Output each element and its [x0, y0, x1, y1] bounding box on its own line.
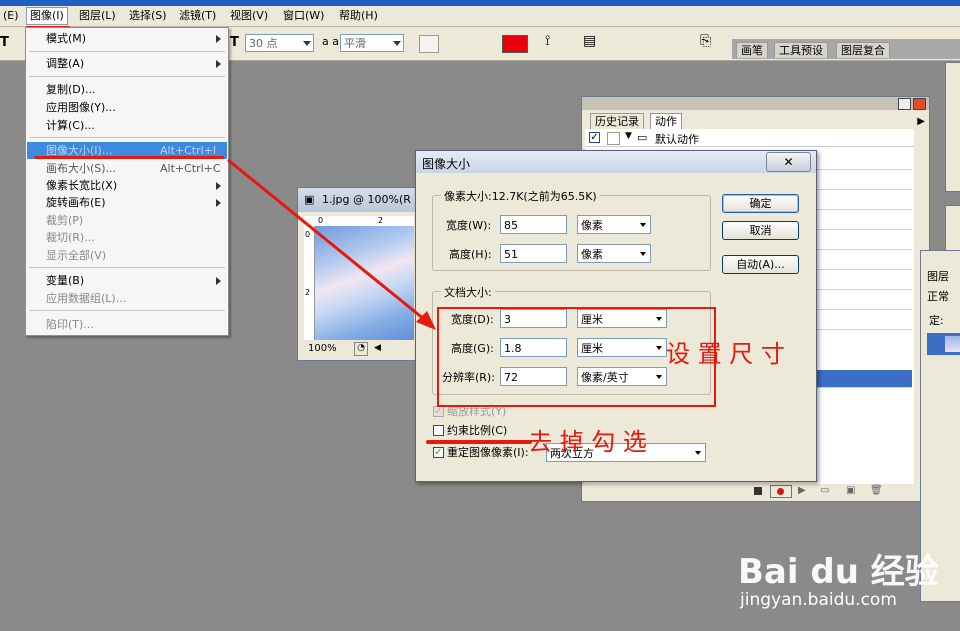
annotation-arrow — [227, 158, 436, 330]
watermark-url: jingyan.baidu.com — [740, 590, 897, 610]
watermark: Bai du 经验 jingyan.baidu.com — [736, 544, 956, 624]
arrow-line — [227, 158, 431, 326]
watermark-logo: Bai du 经验 — [738, 552, 939, 592]
